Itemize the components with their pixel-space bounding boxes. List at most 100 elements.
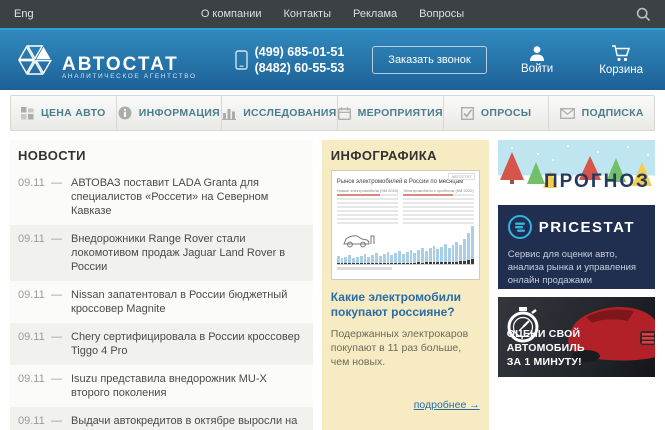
search-icon[interactable] <box>636 7 651 22</box>
phone-number-2: (8482) 60-55-53 <box>255 60 345 76</box>
chart-bar <box>356 257 359 264</box>
pricestat-banner[interactable]: PRICESTAT Сервис для оценки авто, анализ… <box>498 205 655 289</box>
news-item-title: Isuzu представила внедорожник MU-X второ… <box>71 372 305 400</box>
news-dash: — <box>51 372 71 400</box>
cart-button[interactable]: Корзина <box>599 45 643 76</box>
chart-bar <box>344 257 347 264</box>
news-date: 09.11 <box>18 414 51 430</box>
chart-bar <box>448 248 451 264</box>
chart-bar <box>398 251 401 264</box>
news-item-title: АВТОВАЗ поставит LADA Granta для специал… <box>71 176 305 218</box>
chart-bar <box>341 258 344 264</box>
nav-item-events[interactable]: МЕРОПРИЯТИЯ <box>338 96 444 130</box>
language-switch[interactable]: Eng <box>14 8 34 20</box>
news-item-title: Внедорожники Range Rover стали локомотив… <box>71 232 305 274</box>
chart-bar <box>390 255 393 264</box>
news-date: 09.11 <box>18 176 51 218</box>
nav-label: МЕРОПРИЯТИЯ <box>358 107 443 119</box>
news-dash: — <box>51 176 71 218</box>
table-left-caption: Новые электромобили (9М 2020) <box>337 188 398 193</box>
main-content: НОВОСТИ 09.11 — АВТОВАЗ поставит LADA Gr… <box>0 131 665 430</box>
pricestat-text: Сервис для оценки авто, анализа рынка и … <box>508 248 645 287</box>
chart-bar <box>425 251 428 264</box>
news-item[interactable]: 09.11 — АВТОВАЗ поставит LADA Granta для… <box>10 169 313 225</box>
logo-text: АВТОСТАТ АНАЛИТИЧЕСКОЕ АГЕНТСТВО <box>62 56 197 80</box>
grid-icon <box>21 107 34 120</box>
table-left-rows <box>337 194 398 224</box>
topbar: Eng О компании Контакты Реклама Вопросы <box>0 0 665 28</box>
nav-item-subscription[interactable]: ПОДПИСКА <box>549 96 654 130</box>
news-title: НОВОСТИ <box>10 140 313 169</box>
bar-chart-icon <box>222 107 236 120</box>
prognoz-banner[interactable]: ПРОГНОЗ <box>498 140 655 197</box>
main-nav: ЦЕНА АВТО ИНФОРМАЦИЯ ИССЛЕДОВАНИЯ МЕРОПР… <box>10 95 655 131</box>
infographic-image[interactable]: АВТОСТАТ Рынок электромобилей в России п… <box>331 170 480 280</box>
news-item-title: Nissan запатентовал в России бюджетный к… <box>71 288 305 316</box>
nav-item-price[interactable]: ЦЕНА АВТО <box>11 96 117 130</box>
chart-bar <box>364 254 367 264</box>
topbar-link-ads[interactable]: Реклама <box>353 8 397 20</box>
chart-bar <box>417 250 420 264</box>
chart-bar <box>406 252 409 264</box>
news-date: 09.11 <box>18 330 51 358</box>
chart-bar <box>352 258 355 264</box>
news-item[interactable]: 09.11 — Nissan запатентовал в России бюд… <box>10 281 313 323</box>
checkbox-icon <box>461 107 474 120</box>
news-date: 09.11 <box>18 288 51 316</box>
infographic-brand: АВТОСТАТ <box>448 173 474 180</box>
user-icon <box>528 45 546 61</box>
cart-icon <box>611 45 631 62</box>
chart-bar <box>452 245 455 264</box>
news-dash: — <box>51 330 71 358</box>
infographic-headline: Какие электромобили покупают россияне? <box>331 290 480 320</box>
infographic-panel: ИНФОГРАФИКА АВТОСТАТ Рынок электромобиле… <box>322 140 489 430</box>
nav-label: ОПРОСЫ <box>481 107 531 119</box>
topbar-link-contacts[interactable]: Контакты <box>283 8 331 20</box>
topbar-link-company[interactable]: О компании <box>201 8 262 20</box>
pricestat-logo-text: PRICESTAT <box>539 219 635 236</box>
chart-bar <box>375 253 378 264</box>
chart-bar <box>440 247 443 264</box>
news-dash: — <box>51 414 71 430</box>
topbar-link-questions[interactable]: Вопросы <box>419 8 464 20</box>
nav-item-information[interactable]: ИНФОРМАЦИЯ <box>117 96 223 130</box>
news-item[interactable]: 09.11 — Выдачи автокредитов в октябре вы… <box>10 407 313 430</box>
chart-bar <box>402 254 405 264</box>
callback-button[interactable]: Заказать звонок <box>372 46 486 74</box>
chart-bar <box>367 257 370 264</box>
nav-label: ИССЛЕДОВАНИЯ <box>243 107 336 119</box>
nav-item-research[interactable]: ИССЛЕДОВАНИЯ <box>222 96 337 130</box>
chart-bar <box>337 256 340 264</box>
table-right-rows <box>403 194 473 224</box>
chart-bar <box>444 244 447 264</box>
phone-block: (499) 685-01-51 (8482) 60-55-53 <box>235 44 345 76</box>
estimate-line1: ОЦЕНИ СВОЙ АВТОМОБИЛЬ <box>507 327 655 355</box>
logo[interactable]: АВТОСТАТ АНАЛИТИЧЕСКОЕ АГЕНТСТВО <box>14 40 197 80</box>
chart-bar <box>371 255 374 264</box>
envelope-icon <box>560 108 575 119</box>
estimate-banner[interactable]: ОЦЕНИ СВОЙ АВТОМОБИЛЬ ЗА 1 МИНУТУ! <box>498 297 655 377</box>
login-button[interactable]: Войти <box>521 45 553 76</box>
table-right-caption: Электромобили с пробегом (9М 2020) <box>403 188 473 193</box>
infographic-text: Подержанных электрокаров покупают в 11 р… <box>331 327 480 369</box>
login-label: Войти <box>521 63 553 75</box>
news-item-title: Выдачи автокредитов в октябре выросли на… <box>71 414 305 430</box>
chart-bar <box>463 239 466 264</box>
topbar-menu: О компании Контакты Реклама Вопросы <box>201 8 464 20</box>
news-dash: — <box>51 232 71 274</box>
nav-label: ЦЕНА АВТО <box>41 107 106 119</box>
chart-bar <box>436 249 439 264</box>
nav-item-polls[interactable]: ОПРОСЫ <box>444 96 550 130</box>
chart-bar <box>410 250 413 264</box>
news-item[interactable]: 09.11 — Isuzu представила внедорожник MU… <box>10 365 313 407</box>
news-item[interactable]: 09.11 — Внедорожники Range Rover стали л… <box>10 225 313 281</box>
chart-bar <box>433 246 436 264</box>
chart-bar <box>467 233 470 264</box>
logo-hexagon-icon <box>14 40 56 80</box>
pricestat-logo-icon <box>508 215 532 239</box>
news-dash: — <box>51 288 71 316</box>
infographic-title: ИНФОГРАФИКА <box>331 148 480 163</box>
infographic-more-link[interactable]: подробнее → <box>414 399 480 411</box>
news-date: 09.11 <box>18 232 51 274</box>
news-item[interactable]: 09.11 — Chery сертифицировала в России к… <box>10 323 313 365</box>
